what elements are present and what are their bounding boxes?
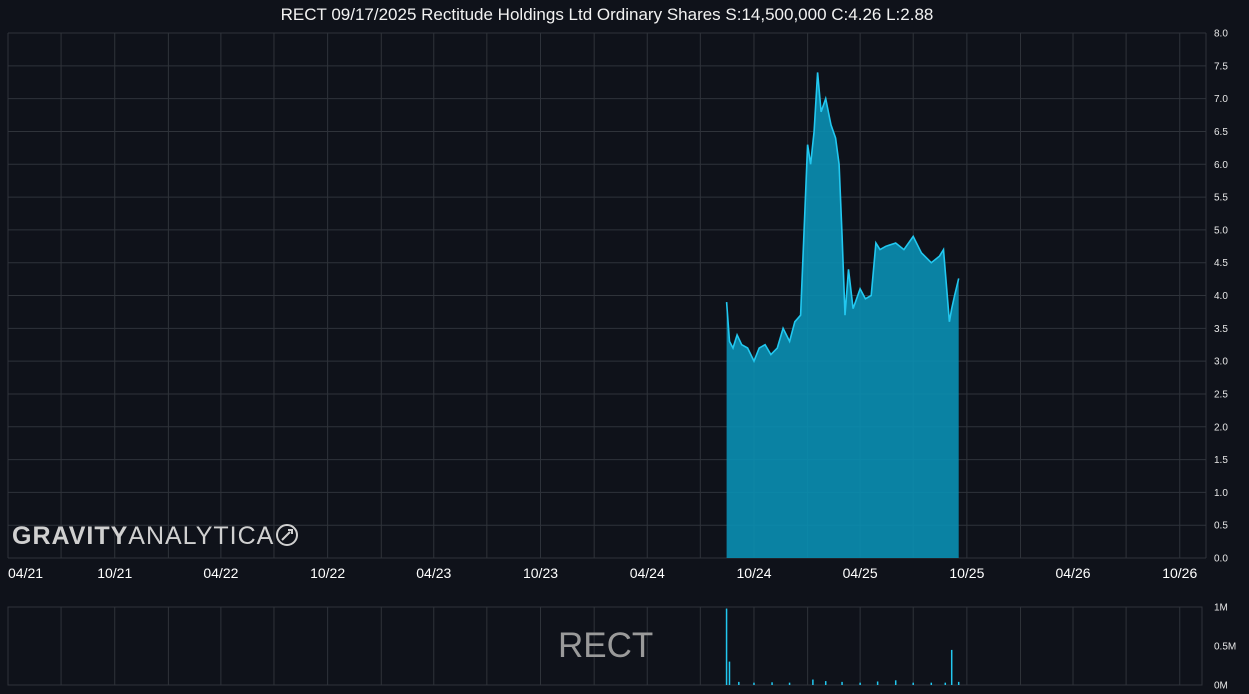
y-tick-label: 2.0 xyxy=(1214,422,1228,433)
volume-bar xyxy=(876,681,879,685)
volume-bar xyxy=(912,682,914,685)
volume-bar xyxy=(944,682,947,685)
volume-bar xyxy=(788,682,791,685)
price-area xyxy=(726,72,959,559)
y-tick-label: 0.5 xyxy=(1214,521,1228,532)
y-tick-label: 4.0 xyxy=(1214,291,1228,302)
volume-bar xyxy=(841,681,843,685)
volume-bars-layer xyxy=(725,608,960,685)
x-tick-label: 04/24 xyxy=(630,565,665,581)
y-tick-label: 6.5 xyxy=(1214,127,1228,138)
x-tick-label: 10/23 xyxy=(523,565,558,581)
y-tick-label: 5.5 xyxy=(1214,193,1228,204)
volume-bar xyxy=(738,681,740,685)
x-tick-label: 10/22 xyxy=(310,565,345,581)
volume-y-tick-label: 1M xyxy=(1214,603,1228,614)
volume-bar xyxy=(859,682,861,685)
ticker-watermark: RECT xyxy=(558,626,654,665)
volume-bar xyxy=(771,682,773,685)
x-tick-label: 04/23 xyxy=(416,565,451,581)
y-tick-label: 4.5 xyxy=(1214,258,1228,269)
volume-bar xyxy=(725,608,728,685)
y-tick-label: 3.0 xyxy=(1214,357,1228,368)
price-chart: 0.0 0.5 1.0 1.5 2.0 2.5 3.0 3.5 4.0 4.5 5.0 5.5 6.0 6… xyxy=(7,29,1228,581)
volume-bar xyxy=(950,649,953,685)
volume-bar xyxy=(753,682,755,685)
y-tick-label: 5.0 xyxy=(1214,225,1228,236)
y-tick-label: 1.5 xyxy=(1214,455,1228,466)
volume-bar xyxy=(957,681,960,685)
x-tick-label: 04/21 xyxy=(8,565,43,581)
volume-bar xyxy=(894,680,897,685)
volume-y-tick-label: 0M xyxy=(1214,681,1228,692)
price-grid xyxy=(7,32,1207,559)
volume-bar xyxy=(812,679,814,685)
gravity-analytica-logo: GRAVITYANALYTICA xyxy=(12,522,299,551)
volume-y-tick-label: 0.5M xyxy=(1214,642,1236,653)
price-x-axis: 04/21 10/21 04/22 10/22 04/23 10/23 04/24 10/24… xyxy=(8,565,1197,581)
logo-light-text: ANALYTICA xyxy=(128,522,275,550)
y-tick-label: 6.0 xyxy=(1214,160,1228,171)
x-tick-label: 10/26 xyxy=(1162,565,1197,581)
x-tick-label: 10/21 xyxy=(97,565,132,581)
y-tick-label: 1.0 xyxy=(1214,488,1228,499)
x-tick-label: 04/25 xyxy=(843,565,878,581)
x-tick-label: 10/25 xyxy=(949,565,984,581)
x-tick-label: 04/22 xyxy=(203,565,238,581)
volume-y-axis: 0M 0.5M 1M xyxy=(1214,603,1236,692)
volume-bar xyxy=(930,682,933,685)
y-tick-label: 7.0 xyxy=(1214,94,1228,105)
y-tick-label: 7.5 xyxy=(1214,61,1228,72)
y-tick-label: 8.0 xyxy=(1214,29,1228,40)
volume-bar xyxy=(824,681,827,685)
x-tick-label: 10/24 xyxy=(736,565,771,581)
y-tick-label: 0.0 xyxy=(1214,554,1228,565)
y-tick-label: 2.5 xyxy=(1214,389,1228,400)
y-tick-label: 3.5 xyxy=(1214,324,1228,335)
price-area-layer xyxy=(725,72,960,559)
rocket-icon xyxy=(276,524,299,546)
volume-bar xyxy=(728,661,731,685)
logo-bold-text: GRAVITY xyxy=(12,522,129,550)
price-y-axis: 0.0 0.5 1.0 1.5 2.0 2.5 3.0 3.5 4.0 4.5 5.0 5.5 6.0 6… xyxy=(1214,29,1228,565)
x-tick-label: 04/26 xyxy=(1055,565,1090,581)
